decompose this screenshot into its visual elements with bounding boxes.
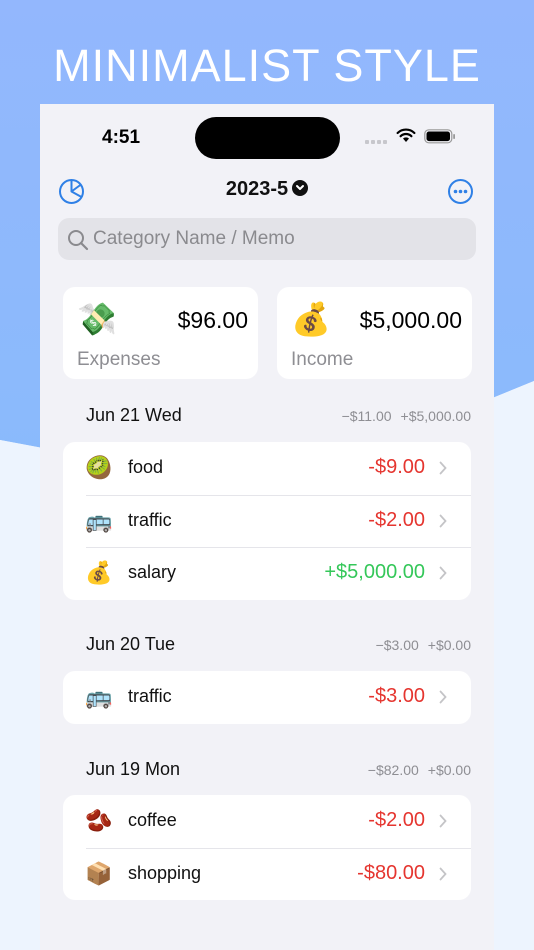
- transaction-group: 🚌 traffic -$3.00: [63, 671, 471, 724]
- money-bag-icon: 💰: [85, 560, 113, 585]
- chevron-right-icon: [439, 514, 447, 527]
- transaction-amount: -$3.00: [368, 685, 425, 707]
- transaction-row[interactable]: 🚌 traffic -$2.00: [63, 494, 471, 548]
- dynamic-island: [195, 117, 340, 159]
- income-total: $5,000.00: [359, 307, 462, 333]
- day-totals: −$11.00 +$5,000.00: [342, 408, 471, 424]
- search-input[interactable]: [93, 218, 463, 260]
- more-options-icon[interactable]: [447, 178, 474, 205]
- chevron-right-icon: [439, 867, 447, 880]
- day-date: Jun 20 Tue: [86, 634, 176, 654]
- expenses-summary-card[interactable]: 💸 $96.00 Expenses: [63, 287, 258, 379]
- expenses-label: Expenses: [77, 349, 161, 370]
- transaction-row[interactable]: 🫘 coffee -$2.00: [63, 795, 471, 848]
- nav-bar: 2023-5: [40, 174, 494, 210]
- transaction-group: 🫘 coffee -$2.00 📦 shopping -$80.00: [63, 795, 471, 900]
- transaction-row[interactable]: 💰 salary +$5,000.00: [63, 547, 471, 600]
- day-date: Jun 21 Wed: [86, 405, 182, 425]
- day-totals: −$3.00 +$0.00: [376, 637, 471, 653]
- money-bag-icon: 💰: [291, 301, 331, 337]
- transaction-category: shopping: [128, 862, 202, 883]
- kiwi-icon: 🥝: [85, 455, 113, 480]
- day-header: Jun 20 Tue −$3.00 +$0.00: [63, 634, 471, 656]
- chevron-right-icon: [439, 814, 447, 828]
- day-income-total: +$0.00: [427, 762, 471, 778]
- search-bar[interactable]: [58, 218, 476, 260]
- transaction-row[interactable]: 🚌 traffic -$3.00: [63, 671, 471, 724]
- income-label: Income: [291, 349, 354, 370]
- transaction-row[interactable]: 📦 shopping -$80.00: [63, 847, 471, 901]
- day-header: Jun 21 Wed −$11.00 +$5,000.00: [63, 405, 471, 427]
- expenses-total: $96.00: [177, 307, 248, 333]
- status-bar: 4:51: [40, 104, 494, 168]
- chevron-down-icon: [292, 179, 309, 196]
- bus-icon: 🚌: [85, 684, 113, 709]
- day-date: Jun 19 Mon: [86, 759, 181, 779]
- day-expense-total: −$3.00: [375, 637, 419, 653]
- chevron-right-icon: [439, 566, 447, 580]
- chevron-right-icon: [439, 461, 447, 475]
- transaction-group: 🥝 food -$9.00 🚌 traffic -$2.00 💰 salary …: [63, 442, 471, 600]
- income-summary-card[interactable]: 💰 $5,000.00 Income: [277, 287, 472, 379]
- transaction-amount: -$2.00: [368, 809, 425, 831]
- day-expense-total: −$82.00: [367, 762, 419, 778]
- phone-screen: 4:51 2023-5 Category Name / Memo 💸 $96.0…: [40, 104, 494, 950]
- transaction-category: coffee: [128, 810, 177, 830]
- transaction-category: traffic: [128, 509, 172, 530]
- month-label: 2023-5: [225, 178, 289, 200]
- transaction-category: food: [128, 457, 164, 477]
- money-with-wings-icon: 💸: [77, 301, 117, 337]
- transaction-category: salary: [128, 562, 177, 582]
- day-expense-total: −$11.00: [341, 408, 392, 424]
- beans-icon: 🫘: [85, 808, 113, 833]
- transaction-category: traffic: [128, 686, 172, 706]
- day-totals: −$82.00 +$0.00: [368, 762, 471, 778]
- bus-icon: 🚌: [85, 507, 113, 533]
- cellular-signal-icon: [365, 140, 387, 144]
- promo-headline: MINIMALIST STYLE: [53, 40, 481, 91]
- month-picker[interactable]: 2023-5: [40, 178, 494, 201]
- search-icon: [68, 230, 89, 251]
- day-header: Jun 19 Mon −$82.00 +$0.00: [63, 759, 471, 781]
- day-income-total: +$0.00: [427, 637, 471, 653]
- package-icon: 📦: [85, 860, 113, 886]
- battery-icon: [424, 129, 455, 144]
- transaction-amount: -$2.00: [368, 508, 425, 531]
- transaction-amount: +$5,000.00: [324, 561, 425, 583]
- transaction-row[interactable]: 🥝 food -$9.00: [63, 442, 471, 495]
- transaction-amount: -$9.00: [368, 456, 425, 478]
- wifi-icon: [396, 128, 416, 142]
- day-income-total: +$5,000.00: [400, 408, 471, 424]
- chevron-right-icon: [439, 690, 447, 704]
- status-time: 4:51: [102, 127, 141, 148]
- transaction-amount: -$80.00: [357, 861, 425, 884]
